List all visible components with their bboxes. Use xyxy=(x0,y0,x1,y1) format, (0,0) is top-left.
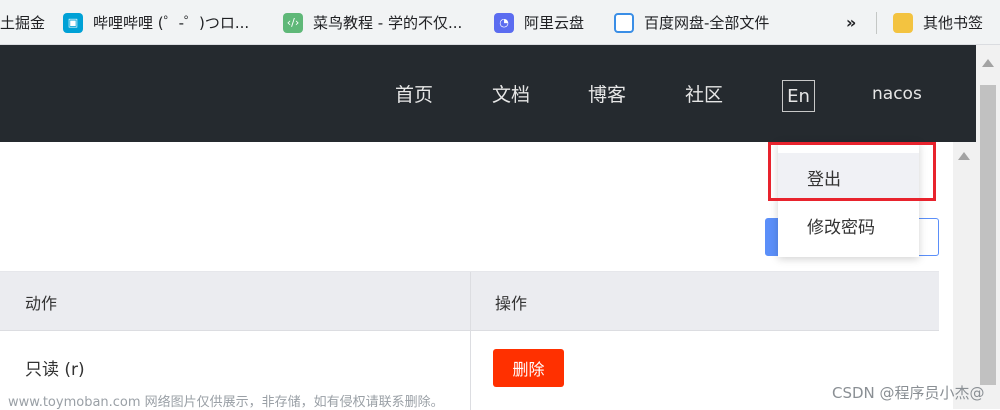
bookmark-label: 其他书签 xyxy=(923,14,984,32)
watermark-left: www.toymoban.com 网络图片仅供展示，非存储，如有侵权请联系删除。 xyxy=(8,395,444,410)
delete-button[interactable]: 删除 xyxy=(493,349,564,387)
watermark-right: CSDN @程序员小杰@ xyxy=(832,384,985,402)
bookmark-label: 哔哩哔哩 (゜-゜)つロ... xyxy=(93,14,250,32)
content-scrollbar[interactable] xyxy=(953,142,976,409)
bookmarks-bar: 土掘金 ▣ 哔哩哔哩 (゜-゜)つロ... ‹/› 菜鸟教程 - 学的不仅...… xyxy=(0,0,1000,45)
folder-icon xyxy=(893,12,913,33)
scroll-up-icon[interactable] xyxy=(982,59,994,67)
baidu-pan-icon xyxy=(614,12,634,33)
bilibili-icon: ▣ xyxy=(63,12,83,33)
user-menu[interactable]: nacos xyxy=(872,45,922,142)
column-header-operation: 操作 xyxy=(495,293,528,313)
nav-community[interactable]: 社区 xyxy=(685,45,723,142)
site-header: 首页 文档 博客 社区 En nacos xyxy=(0,45,976,142)
bookmarks-divider xyxy=(876,12,877,34)
scroll-up-icon[interactable] xyxy=(958,152,970,160)
permissions-table: 动作 操作 只读 (r) 删除 xyxy=(0,271,939,410)
page-scrollbar[interactable] xyxy=(976,45,1000,409)
aliyun-drive-icon: ◔ xyxy=(494,12,514,33)
bookmark-juejin[interactable]: 土掘金 xyxy=(0,0,45,45)
bookmark-label: 菜鸟教程 - 学的不仅... xyxy=(313,14,463,32)
language-toggle[interactable]: En xyxy=(782,80,815,112)
runoob-icon: ‹/› xyxy=(283,12,303,33)
nav-home[interactable]: 首页 xyxy=(395,45,433,142)
change-password-menu-item[interactable]: 修改密码 xyxy=(778,201,919,249)
bookmark-bilibili[interactable]: ▣ 哔哩哔哩 (゜-゜)つロ... xyxy=(63,0,249,45)
bookmarks-more-button[interactable]: » xyxy=(846,0,856,45)
scrollbar-thumb[interactable] xyxy=(980,85,996,385)
nav-blog[interactable]: 博客 xyxy=(588,45,626,142)
column-header-action: 动作 xyxy=(25,293,58,313)
bookmark-label: 阿里云盘 xyxy=(524,14,585,32)
nav-docs[interactable]: 文档 xyxy=(492,45,530,142)
bookmark-other-folder[interactable]: 其他书签 xyxy=(893,0,983,45)
column-divider xyxy=(470,272,471,410)
bookmark-runoob[interactable]: ‹/› 菜鸟教程 - 学的不仅... xyxy=(283,0,462,45)
bookmark-aliyun[interactable]: ◔ 阿里云盘 xyxy=(494,0,584,45)
bookmark-label: 土掘金 xyxy=(0,14,46,32)
bookmark-baidu-pan[interactable]: 百度网盘-全部文件 xyxy=(614,0,769,45)
bookmark-label: 百度网盘-全部文件 xyxy=(644,14,770,32)
annotation-highlight-box xyxy=(768,142,936,201)
